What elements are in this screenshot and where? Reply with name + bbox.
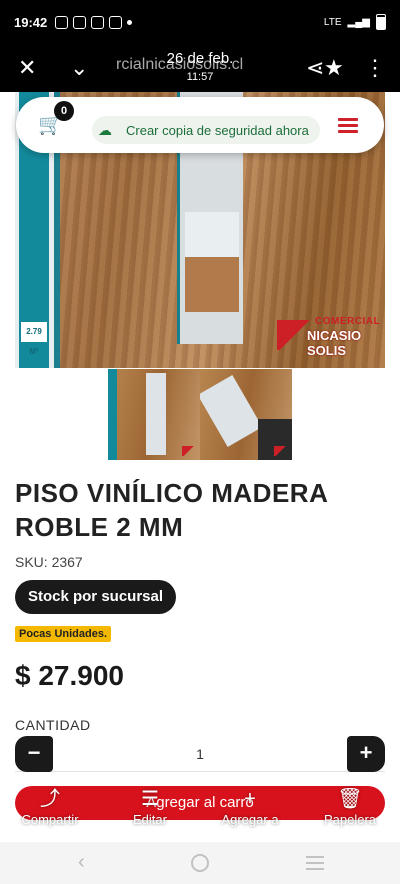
thumbnail-1[interactable] xyxy=(108,369,200,460)
edit-action[interactable]: ☰ Editar xyxy=(105,786,195,827)
share-icon[interactable]: ⋖ xyxy=(306,54,324,82)
cloud-upload-icon: ☁ xyxy=(98,122,112,138)
backup-label: Crear copia de seguridad ahora xyxy=(126,122,309,138)
back-icon[interactable]: ‹ xyxy=(78,850,85,874)
product-title: PISO VINÍLICO MADERA ROBLE 2 MM xyxy=(15,478,328,542)
system-icons: LTE ▂▄▆ xyxy=(324,14,386,30)
viewer-bottom-actions: ⤴ Compartir ☰ Editar + Agregar a 🗑 Papel… xyxy=(0,786,400,838)
battery-icon xyxy=(376,14,386,30)
floating-toolbar: 🛒 0 ☁ Crear copia de seguridad ahora xyxy=(16,97,384,153)
decrease-quantity-button[interactable]: − xyxy=(15,736,53,772)
logo-line-1: COMERCIAL xyxy=(315,316,381,327)
add-to-label: Agregar a xyxy=(221,812,279,827)
share-label: Compartir xyxy=(21,812,79,827)
viewer-top-bar: ✕ ⌄ rcialnicasiosolis.cl 26 de feb. 11:5… xyxy=(0,44,400,92)
trash-icon: 🗑 xyxy=(337,788,363,810)
product-sku: SKU: 2367 xyxy=(15,554,83,570)
edit-icon: ☰ xyxy=(141,788,159,810)
share-action[interactable]: ⤴ Compartir xyxy=(5,786,95,827)
logo-mini xyxy=(182,446,196,456)
thumbnail-2[interactable] xyxy=(200,369,292,460)
more-notifications-icon xyxy=(127,19,133,25)
stock-by-branch-button[interactable]: Stock por sucursal xyxy=(15,580,176,614)
messenger-icon xyxy=(73,15,87,29)
network-label: LTE xyxy=(323,16,342,28)
trash-label: Papelera xyxy=(323,812,377,827)
low-stock-badge: Pocas Unidades. xyxy=(15,626,112,642)
backup-button[interactable]: ☁ Crear copia de seguridad ahora xyxy=(92,116,320,144)
star-icon[interactable]: ★ xyxy=(324,54,344,82)
status-time: 19:42 xyxy=(14,14,48,30)
box-area-badge: 2.79 M² xyxy=(21,322,47,356)
more-vert-icon[interactable]: ⋮ xyxy=(364,54,386,82)
notification-icons xyxy=(55,15,133,29)
brand-logo: COMERCIAL NICASIO SOLIS xyxy=(277,314,381,358)
increase-quantity-button[interactable]: + xyxy=(347,736,385,772)
status-bar: 19:42 LTE ▂▄▆ xyxy=(0,0,400,44)
home-icon[interactable] xyxy=(191,854,209,872)
cart-count-badge: 0 xyxy=(54,101,74,121)
product-price: $ 27.900 xyxy=(15,660,124,691)
quantity-stepper: − 1 + xyxy=(15,736,385,772)
image-thumbnails xyxy=(108,369,292,460)
add-to-action[interactable]: + Agregar a xyxy=(205,786,295,827)
quantity-input[interactable]: 1 xyxy=(53,736,347,772)
signal-icon: ▂▄▆ xyxy=(347,16,370,28)
bank-icon xyxy=(91,15,105,29)
youtube-icon xyxy=(109,15,123,29)
add-icon: + xyxy=(244,788,256,810)
logo-line-2: NICASIO SOLIS xyxy=(307,328,362,358)
share-icon: ⤴ xyxy=(40,788,60,810)
edit-label: Editar xyxy=(133,812,167,827)
recents-icon[interactable] xyxy=(306,856,324,874)
gallery-icon xyxy=(55,15,69,29)
logo-mini xyxy=(274,446,288,456)
hamburger-menu-icon[interactable] xyxy=(338,115,358,135)
trash-action[interactable]: 🗑 Papelera xyxy=(305,786,395,827)
quantity-label: CANTIDAD xyxy=(15,717,91,733)
system-nav-bar: ‹ xyxy=(0,842,400,884)
